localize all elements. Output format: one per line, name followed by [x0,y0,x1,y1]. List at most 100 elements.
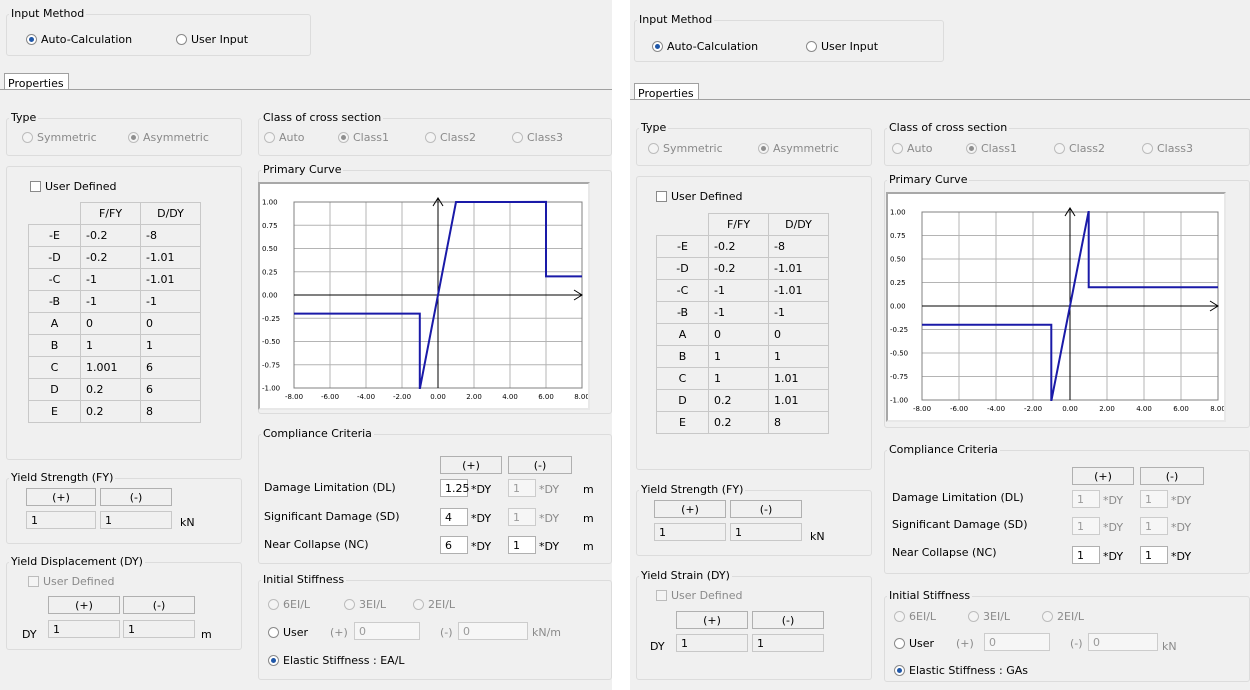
fy-minus-field[interactable]: 1 [730,523,802,541]
tab-properties[interactable]: Properties [4,73,69,90]
auto-calculation-radio[interactable]: Auto-Calculation [26,33,132,46]
nc-minus-field[interactable]: 1 [1140,546,1168,564]
tab-properties[interactable]: Properties [634,83,699,100]
fy-plus-header: (+) [26,488,96,506]
stiffness-minus-field[interactable]: 0 [1088,633,1158,651]
nc-plus-field[interactable]: 1 [1072,546,1100,564]
dy-minus-field[interactable]: 1 [123,620,195,638]
class1-radio[interactable]: Class1 [966,142,1017,155]
class3-radio[interactable]: Class3 [1142,142,1193,155]
class2-radio[interactable]: Class2 [1054,142,1105,155]
y-tick-label: -1.00 [890,397,908,405]
compliance-label-nc: Near Collapse (NC) [892,546,997,559]
asymmetric-radio[interactable]: Asymmetric [128,131,209,144]
y-tick-label: 0.75 [262,222,278,230]
user-stiffness-radio[interactable]: User [894,637,934,650]
dy-user-defined-checkbox[interactable]: User Defined [656,589,742,602]
input-method-title: Input Method [639,13,713,26]
dl-minus-field[interactable]: 1 [1140,490,1168,508]
elastic-stiffness-radio[interactable]: Elastic Stiffness : EA/L [268,654,405,667]
y-tick-label: 0.00 [890,303,906,311]
user-defined-checkbox[interactable]: User Defined [30,180,116,193]
symmetric-radio[interactable]: Symmetric [22,131,97,144]
y-tick-label: -0.75 [890,373,908,381]
nc-minus-field[interactable]: 1 [508,536,536,554]
dy-user-defined-checkbox[interactable]: User Defined [28,575,114,588]
table-row: B11 [656,345,829,368]
dl-minus-field[interactable]: 1 [508,479,536,497]
radio-icon [268,599,279,610]
x-tick-label: 0.00 [430,393,446,401]
6eil-radio[interactable]: 6EI/L [268,598,310,611]
dy-plus-field[interactable]: 1 [676,634,748,652]
input-method-group: Input Method [634,14,944,62]
2eil-radio[interactable]: 2EI/L [1042,610,1084,623]
3eil-radio[interactable]: 3EI/L [968,610,1010,623]
2eil-radio[interactable]: 2EI/L [413,598,455,611]
dy-suffix: *DY [471,483,492,496]
table-row: D 0.2 1.01 [656,389,829,412]
symmetric-radio[interactable]: Symmetric [648,142,723,155]
class3-radio[interactable]: Class3 [512,131,563,144]
class-auto-radio[interactable]: Auto [892,142,933,155]
asymmetric-radio[interactable]: Asymmetric [758,142,839,155]
dy-row-label: DY [650,640,665,653]
fy-plus-field[interactable]: 1 [26,511,96,529]
stiffness-plus-field[interactable]: 0 [354,622,420,640]
x-tick-label: -8.00 [285,393,303,401]
radio-checked-icon [894,665,905,676]
radio-checked-icon [128,132,139,143]
compliance-minus-header: (-) [1140,467,1204,485]
dy-suffix: *DY [1103,521,1124,534]
class1-radio[interactable]: Class1 [338,131,389,144]
dl-plus-field[interactable]: 1.25 [440,479,470,497]
radio-checked-icon [338,132,349,143]
yield-strength-group: Yield Strength (FY) [636,484,872,556]
stiffness-minus-field[interactable]: 0 [458,622,528,640]
dy-plus-field[interactable]: 1 [48,620,120,638]
checkbox-icon [656,590,667,601]
elastic-stiffness-radio[interactable]: Elastic Stiffness : GAs [894,664,1028,677]
sd-minus-field[interactable]: 1 [1140,517,1168,535]
dy-suffix: *DY [471,540,492,553]
column-header: F/FY [708,213,769,236]
6eil-radio[interactable]: 6EI/L [894,610,936,623]
stiffness-plus-field[interactable]: 0 [984,633,1050,651]
primary-curve-plot: -8.00 -6.00 -4.00 -2.00 0.00 2.00 4.00 6.00 8.00… [262,197,588,401]
auto-calculation-radio[interactable]: Auto-Calculation [652,40,758,53]
unit-label: m [583,512,594,525]
user-input-radio[interactable]: User Input [806,40,878,53]
compliance-title: Compliance Criteria [889,443,998,456]
nc-plus-field[interactable]: 6 [440,536,468,554]
sd-minus-field[interactable]: 1 [508,508,536,526]
input-method-group: Input Method [6,8,311,56]
dy-minus-header: (-) [752,611,824,629]
class2-radio[interactable]: Class2 [425,131,476,144]
sd-plus-field[interactable]: 1 [1072,517,1100,535]
user-stiffness-radio[interactable]: User [268,626,308,639]
dy-suffix: *DY [471,512,492,525]
fy-minus-field[interactable]: 1 [100,511,172,529]
user-defined-checkbox[interactable]: User Defined [656,190,742,203]
stiffness-unit: kN [1162,640,1177,653]
class-section-title: Class of cross section [889,121,1008,134]
primary-curve-table: F/FY D/DY -E -0.2 -8 -D -0.2 -1.01 -C -1 -1.01 … [28,202,201,423]
sd-plus-field[interactable]: 4 [440,508,468,526]
yield-strength-title: Yield Strength (FY) [11,471,114,484]
radio-icon [648,143,659,154]
fy-plus-field[interactable]: 1 [654,523,726,541]
stiffness-minus-prefix: (-) [1070,637,1083,650]
compliance-label-sd: Significant Damage (SD) [892,518,1028,531]
dl-plus-field[interactable]: 1 [1072,490,1100,508]
user-input-radio[interactable]: User Input [176,33,248,46]
compliance-minus-header: (-) [508,456,572,474]
class-auto-radio[interactable]: Auto [264,131,305,144]
column-header: D/DY [140,202,201,225]
type-title: Type [641,121,667,134]
stiffness-minus-prefix: (-) [440,626,453,639]
3eil-radio[interactable]: 3EI/L [344,598,386,611]
dy-suffix: *DY [1171,521,1192,534]
dy-minus-field[interactable]: 1 [752,634,824,652]
primary-curve-chart: -8.00 -6.00 -4.00 -2.00 0.00 2.00 4.00 6.00 8.00… [886,192,1226,422]
fy-minus-header: (-) [100,488,172,506]
